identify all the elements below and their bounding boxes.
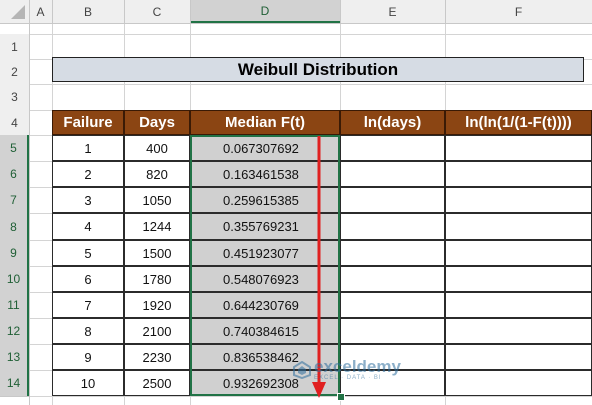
empty-cell[interactable] — [340, 187, 445, 213]
days-cell[interactable]: 1050 — [124, 187, 190, 213]
empty-cell[interactable] — [340, 292, 445, 318]
row-header-3[interactable]: 3 — [0, 84, 29, 110]
median-cell[interactable]: 0.067307692 — [190, 135, 340, 161]
select-all-corner[interactable] — [0, 0, 29, 23]
gridline-horizontal — [30, 84, 592, 85]
row-header-divider — [0, 396, 29, 397]
fill-handle[interactable] — [337, 393, 345, 401]
empty-cell[interactable] — [445, 161, 592, 187]
header-cell-ln-ln[interactable]: ln(ln(1/(1-F(t)))) — [445, 110, 592, 135]
empty-cell[interactable] — [340, 240, 445, 266]
median-cell[interactable]: 0.740384615 — [190, 318, 340, 344]
row-header-10[interactable]: 10 — [0, 266, 29, 292]
column-header-divider — [29, 0, 30, 23]
days-cell[interactable]: 1244 — [124, 213, 190, 240]
days-cell[interactable]: 400 — [124, 135, 190, 161]
empty-cell[interactable] — [340, 161, 445, 187]
days-cell[interactable]: 1780 — [124, 266, 190, 292]
row-header-2[interactable]: 2 — [0, 59, 29, 84]
empty-cell[interactable] — [340, 266, 445, 292]
gridline-horizontal — [30, 396, 592, 397]
failure-cell[interactable]: 2 — [52, 161, 124, 187]
failure-cell[interactable]: 6 — [52, 266, 124, 292]
median-cell[interactable]: 0.451923077 — [190, 240, 340, 266]
row-header-5[interactable]: 5 — [0, 135, 29, 161]
days-cell[interactable]: 1500 — [124, 240, 190, 266]
empty-cell[interactable] — [445, 344, 592, 370]
column-header-divider — [52, 0, 53, 23]
table-title: Weibull Distribution — [52, 57, 584, 82]
select-all-triangle-icon — [11, 5, 25, 19]
row-header-11[interactable]: 11 — [0, 292, 29, 318]
header-cell-median-ft[interactable]: Median F(t) — [190, 110, 340, 135]
failure-cell[interactable]: 4 — [52, 213, 124, 240]
empty-cell[interactable] — [445, 213, 592, 240]
empty-cell[interactable] — [445, 135, 592, 161]
header-cell-failure[interactable]: Failure — [52, 110, 124, 135]
empty-cell[interactable] — [445, 370, 592, 396]
column-header-e[interactable]: E — [340, 0, 445, 23]
median-cell[interactable]: 0.548076923 — [190, 266, 340, 292]
column-header-divider — [340, 0, 341, 23]
column-header-divider — [124, 0, 125, 23]
empty-cell[interactable] — [445, 240, 592, 266]
column-header-bottom-border — [0, 23, 592, 24]
empty-cell[interactable] — [340, 318, 445, 344]
column-header-divider — [190, 0, 191, 23]
empty-cell[interactable] — [445, 292, 592, 318]
row-header-13[interactable]: 13 — [0, 344, 29, 370]
header-cell-days[interactable]: Days — [124, 110, 190, 135]
median-cell[interactable]: 0.836538462 — [190, 344, 340, 370]
row-header-9[interactable]: 9 — [0, 240, 29, 266]
failure-cell[interactable]: 10 — [52, 370, 124, 396]
empty-cell[interactable] — [340, 135, 445, 161]
empty-cell[interactable] — [340, 344, 445, 370]
row-header-right-border — [29, 23, 30, 405]
median-cell[interactable]: 0.163461538 — [190, 161, 340, 187]
failure-cell[interactable]: 7 — [52, 292, 124, 318]
days-cell[interactable]: 2230 — [124, 344, 190, 370]
header-cell-ln-days[interactable]: ln(days) — [340, 110, 445, 135]
failure-cell[interactable]: 5 — [52, 240, 124, 266]
failure-cell[interactable]: 8 — [52, 318, 124, 344]
row-header-1[interactable]: 1 — [0, 34, 29, 59]
days-cell[interactable]: 1920 — [124, 292, 190, 318]
median-cell[interactable]: 0.355769231 — [190, 213, 340, 240]
column-header-divider — [445, 0, 446, 23]
row-header-14[interactable]: 14 — [0, 370, 29, 396]
failure-cell[interactable]: 3 — [52, 187, 124, 213]
gridline-horizontal — [30, 34, 592, 35]
median-cell[interactable]: 0.932692308 — [190, 370, 340, 396]
spreadsheet: ABCDEF 1 2 3 4 5 6 7 8 9 10 11 12 13 14 Weibull Distr… — [0, 0, 592, 405]
column-header-c[interactable]: C — [124, 0, 190, 23]
column-header-a[interactable]: A — [29, 0, 52, 23]
failure-cell[interactable]: 1 — [52, 135, 124, 161]
days-cell[interactable]: 820 — [124, 161, 190, 187]
empty-cell[interactable] — [445, 318, 592, 344]
failure-cell[interactable]: 9 — [52, 344, 124, 370]
column-header-f[interactable]: F — [445, 0, 592, 23]
row-header-6[interactable]: 6 — [0, 161, 29, 187]
empty-cell[interactable] — [445, 266, 592, 292]
days-cell[interactable]: 2100 — [124, 318, 190, 344]
row-header-7[interactable]: 7 — [0, 187, 29, 213]
median-cell[interactable]: 0.644230769 — [190, 292, 340, 318]
row-header-8[interactable]: 8 — [0, 213, 29, 240]
empty-cell[interactable] — [445, 187, 592, 213]
row-header-12[interactable]: 12 — [0, 318, 29, 344]
row-header-4[interactable]: 4 — [0, 110, 29, 135]
median-cell[interactable]: 0.259615385 — [190, 187, 340, 213]
empty-cell[interactable] — [340, 213, 445, 240]
column-header-b[interactable]: B — [52, 0, 124, 23]
empty-cell[interactable] — [340, 370, 445, 396]
column-header-d[interactable]: D — [190, 0, 340, 23]
days-cell[interactable]: 2500 — [124, 370, 190, 396]
